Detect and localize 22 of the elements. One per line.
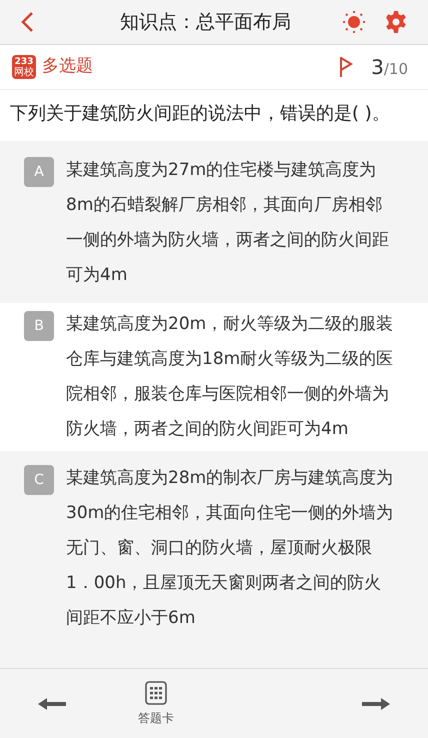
option-text: 某建筑高度为20m，耐火等级为二级的服装仓库与建筑高度为18m耐火等级为二级的医院相邻，服装仓库与医院相邻一侧的外墙为防火墙，两者之间的防火间距可为4m — [66, 313, 394, 441]
previous-arrow-icon[interactable] — [38, 696, 68, 710]
page-title: 知识点：总平面布局 — [120, 10, 291, 35]
option-text: 某建筑高度为27m的住宅楼与建筑高度为8m的石蜡裂解厂房相邻，其面向厂房相邻一侧的外墙为防火墙，两者之间的防火间距可为4m — [66, 159, 390, 287]
settings-icon[interactable] — [384, 10, 408, 34]
sun-icon[interactable] — [342, 10, 366, 34]
grid-icon — [145, 680, 167, 704]
option-text: 某建筑高度为28m的制衣厂房与建筑高度为30m的住宅相邻，其面向住宅一侧的外墙为无门、窗、洞口的防火墙，屋顶耐火极限1．00h，且屋顶无天窗则两者之间的防火间距不应小于6m — [66, 467, 394, 630]
option-letter: C — [24, 465, 54, 495]
question-text: 下列关于建筑防火间距的说法中，错误的是( )。 — [0, 90, 428, 141]
logo-text: 233 — [14, 56, 34, 66]
question-type: 多选题 — [42, 55, 93, 78]
back-icon[interactable] — [20, 11, 34, 33]
next-arrow-icon[interactable] — [360, 696, 390, 710]
answer-card-button[interactable]: 答题卡 — [138, 680, 174, 726]
question-number: 3 — [371, 54, 384, 81]
logo-text: 网校 — [14, 66, 34, 78]
option-letter: A — [24, 157, 54, 187]
flag-icon[interactable] — [339, 56, 354, 78]
option-item[interactable]: B 某建筑高度为20m，耐火等级为二级的服装仓库与建筑高度为18m耐火等级为二级的医院相邻，服装仓库与医院相邻一侧的外墙为防火墙，两者之间的防火间距可为4m — [0, 303, 428, 451]
question-total: /10 — [384, 59, 408, 80]
option-letter: B — [24, 311, 54, 341]
